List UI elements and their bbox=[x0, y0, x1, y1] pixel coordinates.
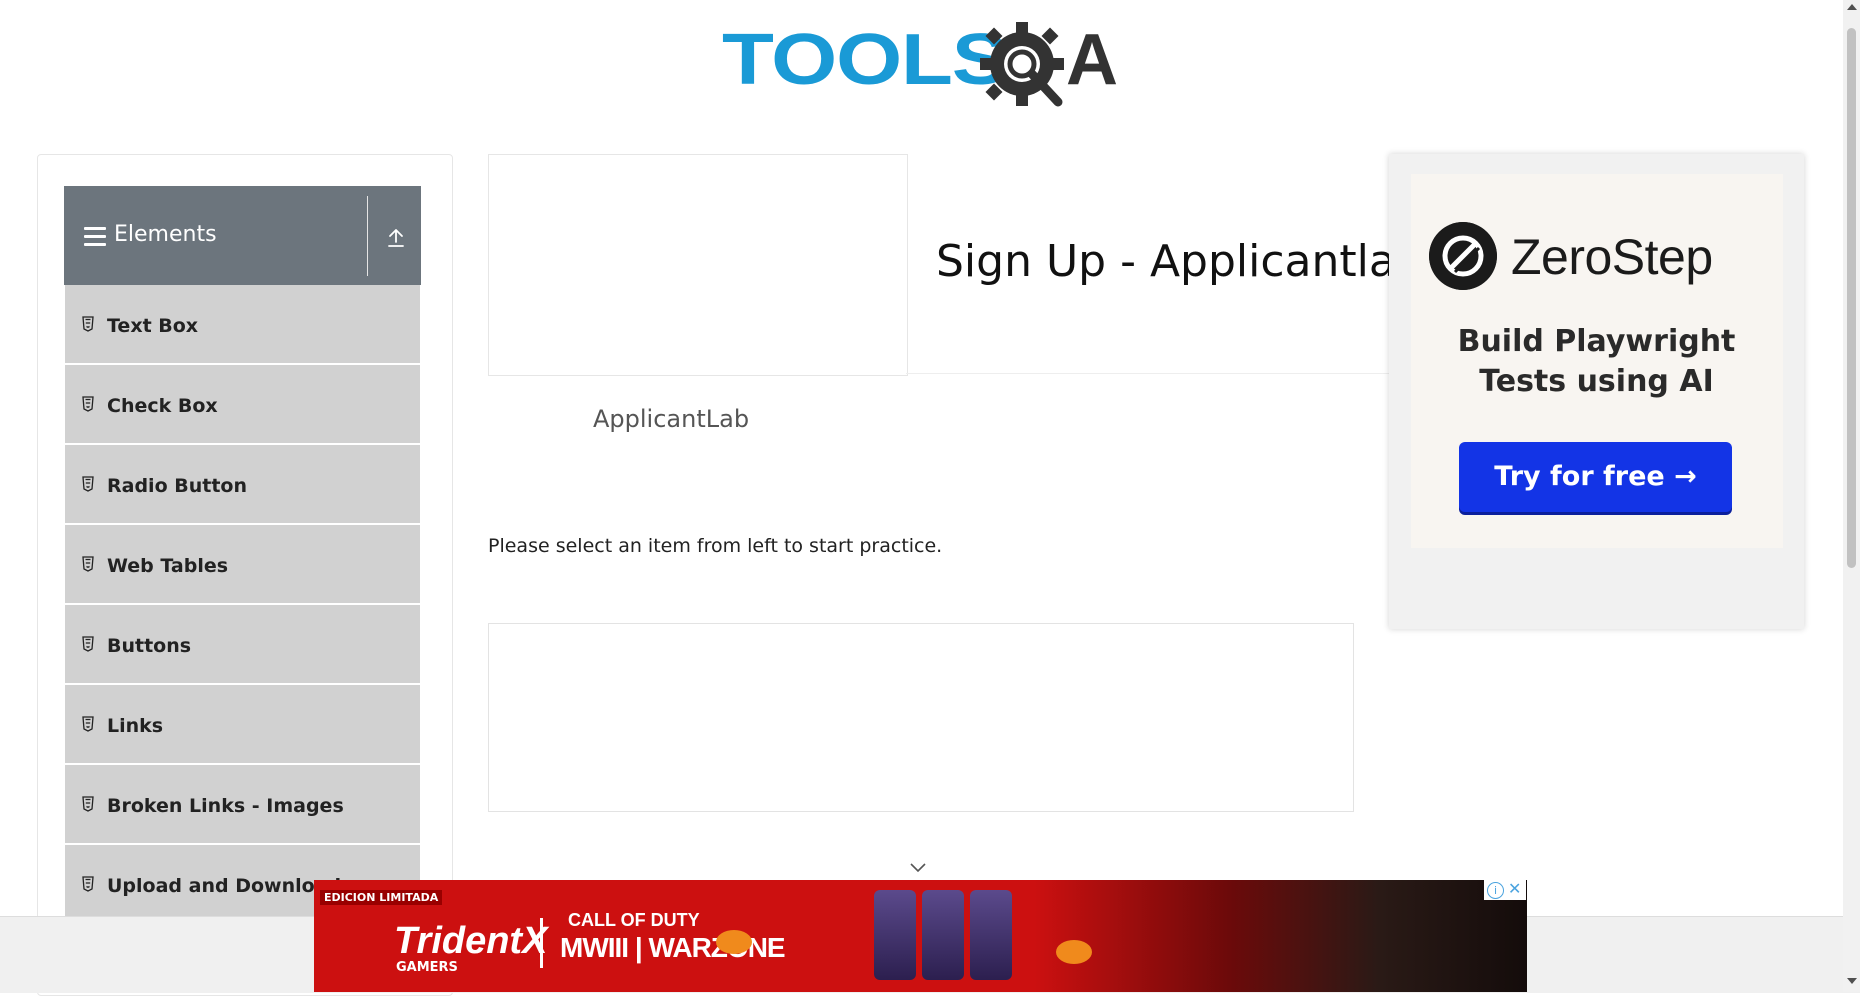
menu-item-buttons[interactable]: Buttons bbox=[64, 604, 421, 684]
instruction-text: Please select an item from left to start… bbox=[488, 535, 943, 557]
group-title: Elements bbox=[114, 222, 217, 247]
ad-brand-name: ZeroStep bbox=[1511, 229, 1713, 285]
ad-tagline: Build Playwright Tests using AI bbox=[1389, 322, 1804, 402]
ad-brand: ZeroStep bbox=[1429, 222, 1769, 292]
elements-menu-list: Text Box Check Box Radio Button Web Tabl… bbox=[64, 285, 421, 924]
html5-icon bbox=[82, 556, 94, 572]
logo-text-tools: TOOLS bbox=[722, 20, 1008, 100]
scrollbar-thumb[interactable] bbox=[1847, 28, 1856, 568]
banner-cod-bottom: MWIII | WARZONE bbox=[560, 932, 786, 963]
menu-item-label: Broken Links - Images bbox=[107, 795, 344, 817]
collapse-arrow-icon[interactable] bbox=[384, 226, 408, 250]
bottom-banner-ad[interactable]: EDICION LIMITADA TridentX GAMERS CALL OF… bbox=[314, 880, 1527, 992]
html5-icon bbox=[82, 476, 94, 492]
product-cans-image bbox=[874, 890, 1024, 982]
html5-icon bbox=[82, 316, 94, 332]
try-for-free-button[interactable]: Try for free → bbox=[1459, 442, 1732, 512]
page-title: Sign Up - Applicantlab bbox=[936, 236, 1424, 287]
elements-group-header[interactable]: Elements bbox=[64, 186, 421, 285]
ad-badge: EDICION LIMITADA bbox=[320, 890, 443, 905]
card-divider bbox=[906, 373, 1392, 374]
scroll-down-arrow-icon[interactable] bbox=[1847, 978, 1857, 984]
menu-item-radio-button[interactable]: Radio Button bbox=[64, 444, 421, 524]
menu-item-broken-links[interactable]: Broken Links - Images bbox=[64, 764, 421, 844]
html5-icon bbox=[82, 636, 94, 652]
banner-separator bbox=[540, 918, 543, 968]
info-icon[interactable]: i bbox=[1487, 882, 1504, 899]
practice-area bbox=[488, 623, 1354, 812]
ad-tagline-line1: Build Playwright bbox=[1457, 324, 1736, 359]
scroll-up-arrow-icon[interactable] bbox=[1847, 4, 1857, 10]
toolsqa-logo[interactable]: TOOLS A bbox=[722, 18, 1124, 114]
banner-brand-tridentx: TridentX bbox=[394, 920, 548, 962]
banner-brand-sub: GAMERS bbox=[396, 960, 458, 975]
menu-item-check-box[interactable]: Check Box bbox=[64, 364, 421, 444]
gum-pellet-image bbox=[1056, 940, 1092, 964]
logo-text-a: A bbox=[1066, 20, 1118, 100]
banner-dark-area bbox=[1034, 880, 1527, 992]
gum-pellet-image bbox=[716, 930, 752, 954]
menu-item-links[interactable]: Links bbox=[64, 684, 421, 764]
header-divider bbox=[367, 196, 368, 276]
menu-item-label: Radio Button bbox=[107, 475, 247, 497]
menu-item-text-box[interactable]: Text Box bbox=[64, 285, 421, 364]
menu-item-label: Web Tables bbox=[107, 555, 229, 577]
html5-icon bbox=[82, 396, 94, 412]
chevron-down-icon[interactable] bbox=[908, 858, 928, 878]
menu-item-label: Upload and Download bbox=[107, 875, 342, 897]
page-scrollbar[interactable] bbox=[1843, 0, 1860, 992]
banner-image-placeholder bbox=[488, 154, 908, 376]
close-icon[interactable]: ✕ bbox=[1508, 881, 1521, 897]
html5-icon bbox=[82, 796, 94, 812]
html5-icon bbox=[82, 716, 94, 732]
menu-item-web-tables[interactable]: Web Tables bbox=[64, 524, 421, 604]
page-subtitle: ApplicantLab bbox=[593, 405, 750, 433]
hamburger-icon bbox=[84, 227, 106, 251]
zerostep-logo-icon bbox=[1429, 222, 1497, 290]
banner-cod-top: CALL OF DUTY bbox=[568, 910, 700, 930]
zerostep-ad[interactable]: ZeroStep Build Playwright Tests using AI… bbox=[1389, 154, 1804, 629]
ad-choices[interactable]: i ✕ bbox=[1484, 880, 1526, 900]
html5-icon bbox=[82, 876, 94, 892]
ad-tagline-line2: Tests using AI bbox=[1479, 364, 1714, 399]
menu-item-label: Links bbox=[107, 715, 164, 737]
menu-item-label: Text Box bbox=[107, 315, 199, 337]
menu-item-label: Buttons bbox=[107, 635, 192, 657]
gear-magnifier-icon bbox=[980, 22, 1064, 107]
menu-item-label: Check Box bbox=[107, 395, 218, 417]
